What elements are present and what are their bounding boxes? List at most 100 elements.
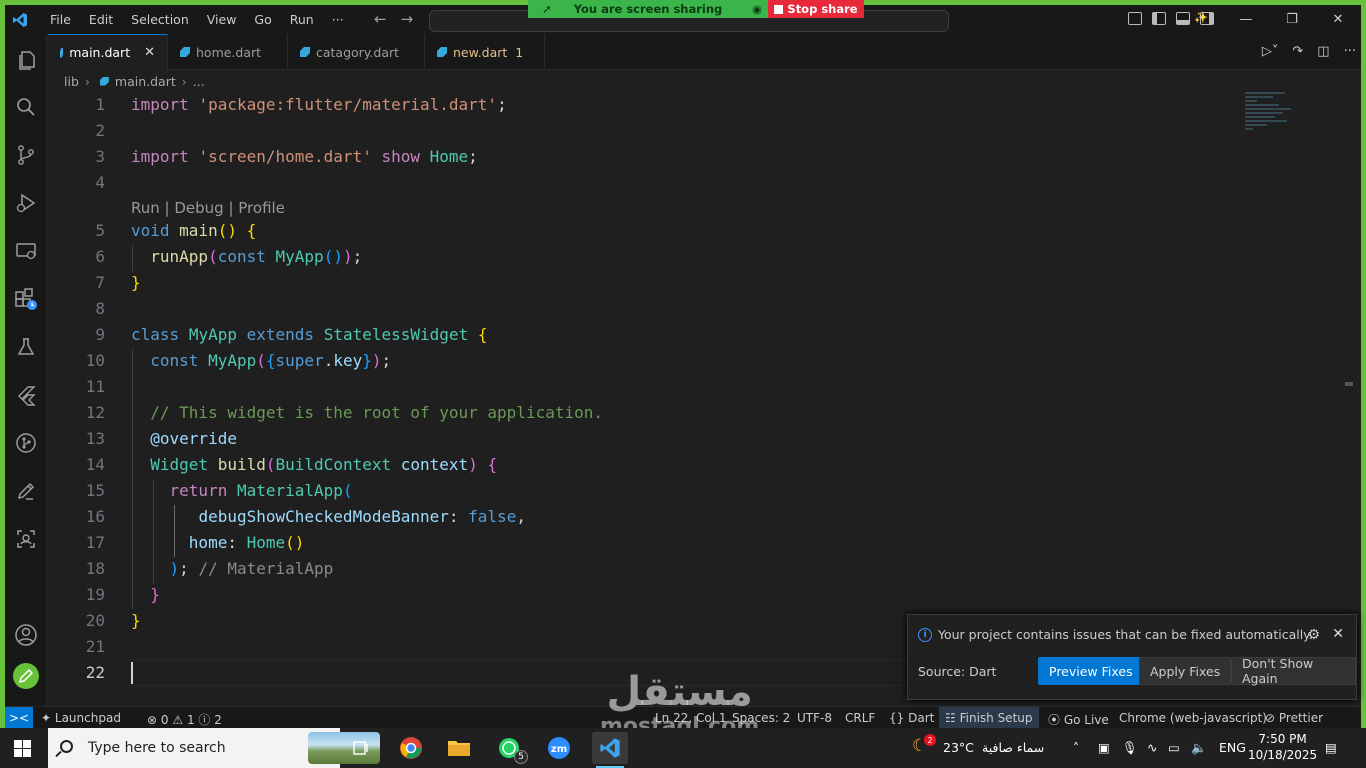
run-icon[interactable]: ▷˅ (1262, 44, 1279, 59)
menu-selection[interactable]: Selection (122, 12, 198, 27)
line-number: 10 (85, 351, 105, 370)
pin-icon[interactable]: ➚ (542, 2, 552, 16)
file-explorer-icon[interactable] (446, 736, 472, 760)
apply-fixes-button[interactable]: Apply Fixes (1139, 657, 1232, 685)
network-icon[interactable]: ∿ (1147, 740, 1157, 755)
weather-description[interactable]: سماء صافية (982, 740, 1044, 755)
menu-run[interactable]: Run (281, 12, 323, 27)
flutter-icon[interactable] (5, 375, 47, 415)
code-line-14: Widget build(BuildContext context) { (150, 455, 498, 474)
language-label: Dart (908, 711, 935, 725)
tab-main-dart[interactable]: main.dart ✕ (48, 34, 168, 70)
launchpad-item[interactable]: ✦ Launchpad (41, 711, 121, 725)
problems-item[interactable]: ⊗ 0 ⚠ 1 ⓘ 2 (147, 711, 222, 728)
minimize-icon[interactable]: — (1223, 12, 1269, 27)
system-clock[interactable]: 7:50 PM 10/18/2025 (1248, 731, 1317, 763)
git-graph-icon[interactable] (5, 423, 47, 463)
run-debug-icon[interactable] (5, 183, 47, 223)
toggle-panel-icon[interactable] (1176, 12, 1190, 25)
edit-pen-icon[interactable] (5, 471, 47, 511)
menu-edit[interactable]: Edit (80, 12, 122, 27)
breadcrumb-folder[interactable]: lib (64, 74, 79, 89)
code-line-10: const MyApp({super.key}); (150, 351, 392, 370)
search-icon[interactable] (5, 87, 47, 127)
volume-icon[interactable]: 🔈 (1191, 740, 1207, 756)
scan-icon[interactable] (5, 519, 47, 559)
line-number: 20 (85, 611, 105, 630)
encoding[interactable]: UTF-8 (797, 711, 832, 725)
whatsapp-icon[interactable]: 5 (496, 736, 528, 764)
zoom-icon[interactable]: zm (546, 736, 572, 760)
minimap[interactable] (1245, 92, 1305, 142)
finish-setup-label: Finish Setup (959, 711, 1033, 725)
line-number: 16 (85, 507, 105, 526)
windows-start-icon[interactable] (14, 740, 31, 757)
remote-indicator-icon[interactable]: >< (5, 707, 33, 729)
manage-gear-icon[interactable] (5, 656, 47, 696)
task-view-icon[interactable] (348, 736, 374, 760)
more-actions-icon[interactable]: ··· (1344, 44, 1356, 59)
tab-home-dart[interactable]: home.dart (168, 34, 288, 70)
menu-view[interactable]: View (198, 12, 246, 27)
notifications-icon[interactable]: ▤ (1325, 740, 1337, 755)
go-live-item[interactable]: ⦿ Go Live (1048, 711, 1109, 728)
chevron-right-icon: › (84, 73, 90, 89)
restore-icon[interactable]: ❐ (1269, 12, 1315, 27)
customize-layout-icon[interactable] (1128, 12, 1142, 25)
vscode-taskbar-icon[interactable] (592, 732, 628, 764)
split-editor-icon[interactable]: ◫ (1317, 44, 1329, 59)
extensions-icon[interactable] (5, 279, 47, 319)
meet-now-icon[interactable]: ▣ (1098, 740, 1110, 755)
scrollbar-thumb[interactable] (1345, 382, 1353, 386)
menu-go[interactable]: Go (245, 12, 280, 27)
line-number: 3 (95, 147, 105, 166)
source-control-icon[interactable] (5, 135, 47, 175)
tab-label: catagory.dart (316, 44, 400, 60)
vscode-logo-icon (5, 5, 35, 34)
show-hidden-icons-chevron-icon[interactable]: ˄ (1073, 740, 1079, 755)
explorer-icon[interactable] (5, 40, 47, 80)
forward-arrow-icon[interactable]: → (401, 10, 414, 28)
notification-settings-gear-icon[interactable]: ⚙ (1307, 627, 1320, 643)
braces-icon: {} (889, 711, 905, 725)
tab-catagory-dart[interactable]: catagory.dart (288, 34, 425, 70)
tab-new-dart[interactable]: new.dart 1 (425, 34, 545, 70)
toggle-sidebar-icon[interactable] (1152, 12, 1166, 25)
open-changes-icon[interactable]: ↷ (1292, 44, 1303, 59)
breadcrumb-file[interactable]: main.dart (115, 74, 176, 89)
dont-show-again-button[interactable]: Don't Show Again (1231, 656, 1356, 686)
back-arrow-icon[interactable]: ← (374, 10, 387, 28)
flutter-device[interactable]: Chrome (web-javascript) (1119, 711, 1267, 725)
temperature[interactable]: 23°C (943, 740, 974, 755)
close-notification-icon[interactable]: ✕ (1332, 626, 1344, 642)
broadcast-icon: ⦿ (1048, 713, 1061, 727)
dart-file-icon (300, 47, 310, 57)
share-status-text: You are screen sharing (573, 2, 723, 16)
preview-fixes-button[interactable]: Preview Fixes (1038, 657, 1144, 685)
chrome-icon[interactable] (398, 736, 424, 760)
close-tab-icon[interactable]: ✕ (144, 45, 155, 60)
dart-file-icon (437, 47, 447, 57)
remote-explorer-icon[interactable] (5, 231, 47, 271)
menu-file[interactable]: File (41, 12, 80, 27)
language-mode[interactable]: {} Dart (889, 711, 934, 725)
breadcrumb-symbol[interactable]: ... (193, 74, 205, 89)
weather-widget[interactable]: ☾ 2 (912, 734, 936, 756)
close-window-icon[interactable]: ✕ (1315, 12, 1361, 27)
taskbar-search-box[interactable]: Type here to search (48, 728, 380, 768)
codelens-run-debug-profile[interactable]: Run | Debug | Profile (131, 199, 285, 217)
finish-setup-item[interactable]: ☷ Finish Setup (939, 707, 1039, 729)
microphone-icon[interactable]: 🎙 (1122, 740, 1138, 756)
testing-icon[interactable] (5, 327, 47, 367)
input-language[interactable]: ENG (1219, 740, 1246, 755)
stop-share-button[interactable]: Stop share (768, 0, 864, 18)
line-ending[interactable]: CRLF (845, 711, 875, 725)
dart-file-icon (99, 76, 109, 86)
line-number: 14 (85, 455, 105, 474)
prettier-item[interactable]: ⊘ Prettier (1265, 711, 1323, 725)
accounts-icon[interactable] (5, 615, 47, 655)
line-number: 9 (95, 325, 105, 344)
toggle-secondary-sidebar-icon[interactable] (1200, 12, 1214, 25)
battery-icon[interactable]: ▭ (1168, 740, 1180, 755)
menu-more[interactable]: ··· (323, 12, 353, 27)
